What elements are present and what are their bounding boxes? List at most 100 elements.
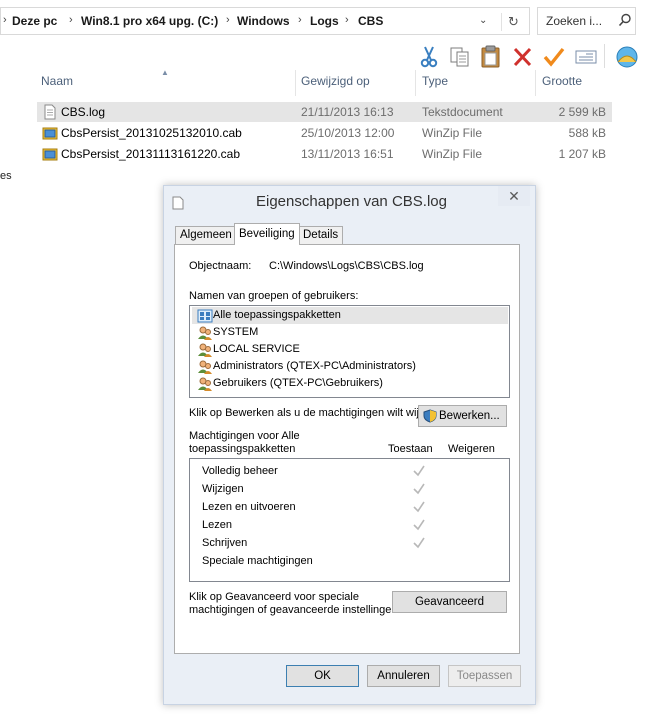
breadcrumb-separator-icon[interactable]: ›	[345, 14, 349, 26]
tab-details[interactable]: Details	[298, 226, 344, 244]
breadcrumb-this-pc[interactable]: Deze pc	[12, 14, 57, 28]
checkmark-icon	[413, 465, 425, 477]
cab-archive-icon	[42, 127, 58, 140]
sort-ascending-icon: ▲	[161, 68, 169, 77]
address-dropdown-icon[interactable]: ⌄	[479, 15, 487, 26]
permission-name: Lezen en uitvoeren	[202, 501, 296, 513]
navigation-pane-fragment[interactable]: es	[0, 170, 12, 182]
file-row[interactable]: CBS.log 21/11/2013 16:13 Tekstdocument 2…	[37, 102, 612, 122]
file-type: Tekstdocument	[422, 105, 503, 119]
ok-button[interactable]: OK	[286, 665, 359, 687]
file-type: WinZip File	[422, 126, 483, 140]
column-header-size[interactable]: Grootte	[542, 74, 582, 96]
search-box[interactable]: Zoeken i...	[537, 7, 636, 35]
column-header-type[interactable]: Type	[422, 74, 448, 96]
edit-hint: Klik op Bewerken als u de machtigingen w…	[189, 407, 419, 419]
file-size: 2 599 kB	[558, 105, 606, 119]
permission-name: Schrijven	[202, 537, 248, 549]
delete-icon[interactable]	[510, 44, 536, 70]
list-item[interactable]: Alle toepassingspakketten	[192, 307, 508, 324]
search-icon[interactable]	[618, 13, 632, 27]
users-icon	[198, 360, 212, 374]
file-modified: 21/11/2013 16:13	[301, 105, 394, 119]
toolbar-divider	[604, 44, 605, 68]
column-header-modified[interactable]: Gewijzigd op	[301, 74, 370, 96]
breadcrumb-separator-icon[interactable]: ›	[226, 14, 230, 26]
apply-button[interactable]: Toepassen	[448, 665, 521, 687]
address-bar[interactable]: › Deze pc › Win8.1 pro x64 upg. (C:) › W…	[0, 7, 530, 35]
cut-icon[interactable]	[416, 44, 442, 70]
file-name: CBS.log	[61, 105, 106, 119]
file-size: 588 kB	[568, 126, 606, 140]
permission-name: Wijzigen	[202, 483, 244, 495]
text-file-icon	[44, 104, 56, 120]
paste-icon[interactable]	[478, 44, 504, 70]
breadcrumb-separator-icon[interactable]: ›	[3, 14, 7, 26]
cab-archive-icon	[42, 148, 58, 161]
shell-icon[interactable]	[614, 44, 640, 70]
groups-label: Namen van groepen of gebruikers:	[189, 290, 359, 302]
file-row[interactable]: CbsPersist_20131113161220.cab 13/11/2013…	[37, 144, 612, 164]
column-header-name[interactable]: Naam	[41, 74, 73, 96]
breadcrumb-logs[interactable]: Logs	[310, 14, 339, 28]
breadcrumb-separator-icon[interactable]: ›	[298, 14, 302, 26]
permission-name: Lezen	[202, 519, 232, 531]
search-placeholder: Zoeken i...	[546, 14, 603, 28]
dialog-titlebar[interactable]: Eigenschappen van CBS.log ✕	[164, 186, 535, 216]
permission-row: Lezen en uitvoeren	[202, 501, 425, 519]
column-divider[interactable]	[295, 70, 296, 96]
permission-row: Schrijven	[202, 537, 425, 555]
permission-row: Volledig beheer	[202, 465, 425, 483]
file-name: CbsPersist_20131113161220.cab	[61, 147, 241, 161]
breadcrumb-drive[interactable]: Win8.1 pro x64 upg. (C:)	[81, 14, 218, 28]
permission-name: Speciale machtigingen	[202, 555, 313, 567]
checkmark-icon	[413, 483, 425, 495]
advanced-hint-line1: Klik op Geavanceerd voor speciale	[189, 591, 359, 603]
group-name: Alle toepassingspakketten	[213, 309, 341, 321]
app-packages-icon	[197, 309, 213, 323]
checkmark-icon	[413, 537, 425, 549]
advanced-hint-line2: machtigingen of geavanceerde instellinge…	[189, 604, 401, 616]
object-name-label: Objectnaam:	[189, 260, 252, 272]
permissions-label-line2: toepassingspakketten	[189, 443, 296, 455]
file-name: CbsPersist_20131025132010.cab	[61, 126, 242, 140]
tab-general[interactable]: Algemeen	[175, 226, 237, 244]
users-icon	[198, 326, 212, 340]
group-name: Gebruikers (QTEX-PC\Gebruikers)	[213, 377, 383, 389]
advanced-button[interactable]: Geavanceerd	[392, 591, 507, 613]
check-icon[interactable]	[541, 44, 567, 70]
security-tab-panel: Objectnaam: C:\Windows\Logs\CBS\CBS.log …	[174, 244, 520, 654]
file-modified: 25/10/2013 12:00	[301, 126, 395, 140]
users-icon	[198, 377, 212, 391]
breadcrumb-separator-icon[interactable]: ›	[69, 14, 73, 26]
copy-icon[interactable]	[447, 44, 473, 70]
permission-row: Lezen	[202, 519, 425, 537]
permissions-label-line1: Machtigingen voor Alle	[189, 430, 300, 442]
group-name: LOCAL SERVICE	[213, 343, 300, 355]
allow-column-header: Toestaan	[388, 443, 433, 455]
permission-row: Speciale machtigingen	[202, 555, 313, 573]
file-type: WinZip File	[422, 147, 483, 161]
groups-listbox[interactable]: Alle toepassingspakketten SYSTEM LOCAL S…	[189, 305, 510, 398]
group-name: SYSTEM	[213, 326, 259, 338]
breadcrumb-windows[interactable]: Windows	[237, 14, 290, 28]
cancel-button[interactable]: Annuleren	[367, 665, 440, 687]
file-modified: 13/11/2013 16:51	[301, 147, 394, 161]
permission-row: Wijzigen	[202, 483, 425, 501]
toolbar	[410, 42, 651, 70]
properties-dialog: Eigenschappen van CBS.log ✕ Algemeen Bev…	[163, 185, 536, 705]
breadcrumb-cbs[interactable]: CBS	[358, 14, 383, 28]
edit-button[interactable]: Bewerken...	[418, 405, 507, 427]
group-name: Administrators (QTEX-PC\Administrators)	[213, 360, 416, 372]
file-row[interactable]: CbsPersist_20131025132010.cab 25/10/2013…	[37, 123, 612, 143]
tab-security[interactable]: Beveiliging	[234, 223, 300, 245]
users-icon	[198, 343, 212, 357]
close-icon[interactable]: ✕	[498, 186, 530, 206]
permissions-list[interactable]: Volledig beheer Wijzigen Lezen en uitvoe…	[189, 458, 510, 582]
column-divider[interactable]	[535, 70, 536, 96]
refresh-icon[interactable]: ↻	[501, 13, 525, 31]
file-size: 1 207 kB	[558, 147, 606, 161]
column-divider[interactable]	[415, 70, 416, 96]
rename-icon[interactable]	[573, 44, 599, 70]
edit-button-label: Bewerken...	[439, 410, 500, 422]
